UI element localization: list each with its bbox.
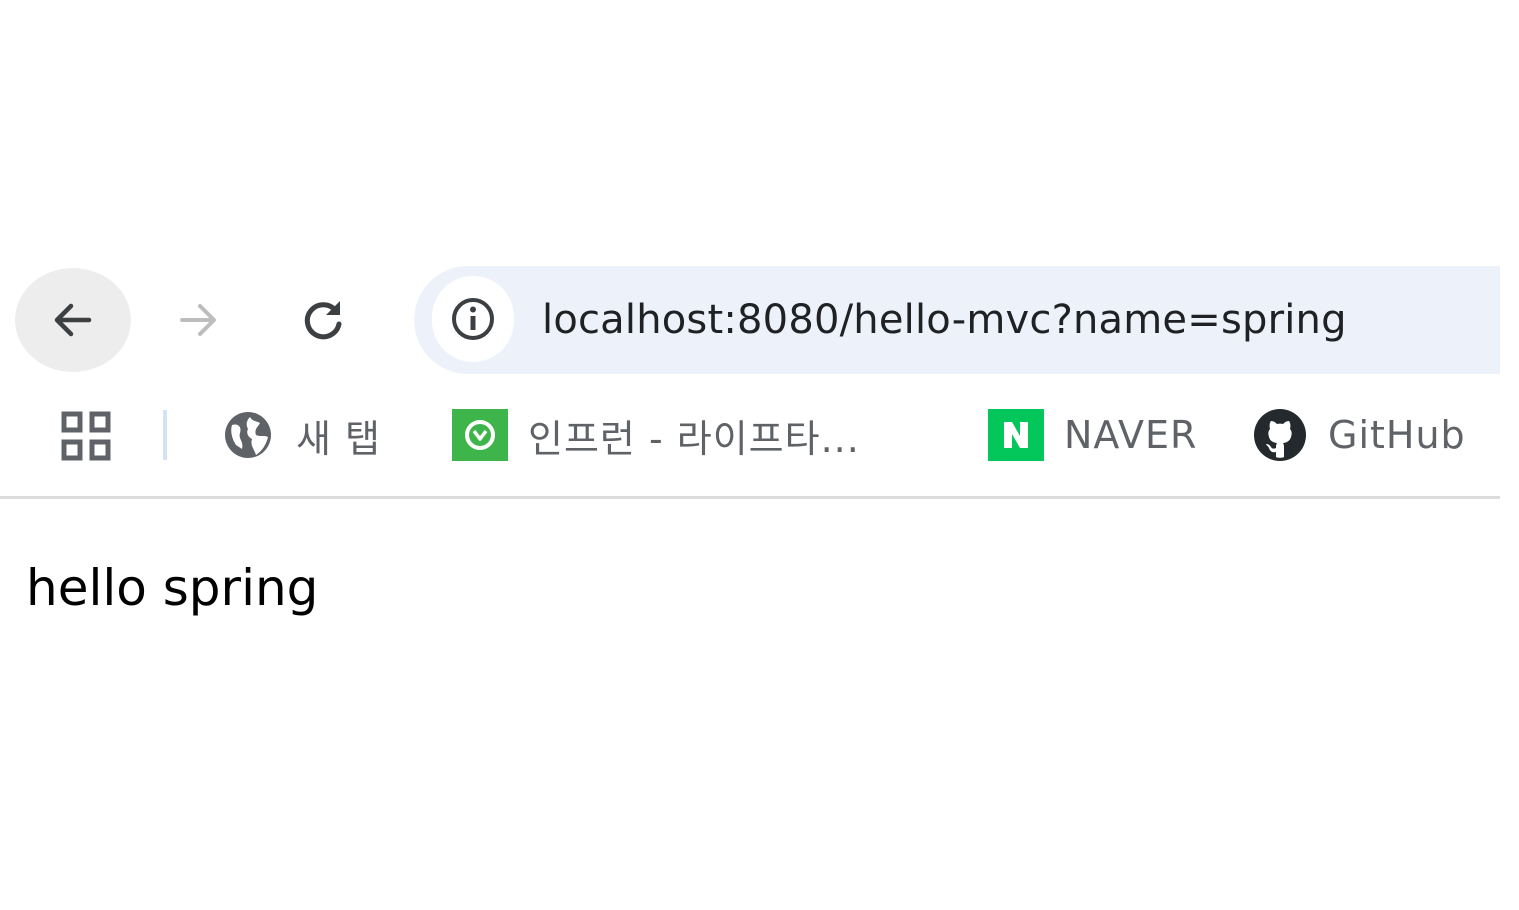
bookmarks-bar: 새 탭 인프런 - 라이프타... NAVER GitHub [0, 398, 1500, 472]
arrow-left-icon [54, 303, 92, 337]
bookmark-label: 인프런 - 라이프타... [528, 416, 860, 461]
address-bar[interactable]: localhost:8080/hello-mvc?name=spring [414, 266, 1500, 374]
bookmark-label: GitHub [1328, 413, 1466, 457]
bookmarks-divider [163, 410, 167, 460]
bookmark-naver[interactable]: NAVER [988, 398, 1197, 472]
globe-icon [220, 407, 276, 463]
forward-button[interactable] [140, 268, 256, 372]
back-button[interactable] [15, 268, 131, 372]
url-text[interactable]: localhost:8080/hello-mvc?name=spring [542, 292, 1347, 348]
apps-grid-icon[interactable] [58, 410, 116, 462]
bookmark-github[interactable]: GitHub [1252, 398, 1466, 472]
info-icon [452, 298, 494, 340]
page-content: hello spring [0, 500, 1519, 910]
inflearn-icon [452, 407, 508, 463]
browser-chrome: localhost:8080/hello-mvc?name=spring 새 탭 [0, 0, 1500, 500]
page-body-text: hello spring [26, 559, 319, 617]
reload-icon [304, 301, 342, 340]
browser-toolbar: localhost:8080/hello-mvc?name=spring [0, 266, 1500, 374]
bookmark-label: NAVER [1064, 413, 1198, 457]
toolbar-divider [0, 496, 1500, 499]
github-icon [1252, 407, 1308, 463]
bookmark-new-tab[interactable]: 새 탭 [220, 398, 381, 472]
reload-button[interactable] [265, 268, 381, 372]
site-info-button[interactable] [432, 276, 514, 362]
bookmark-inflearn[interactable]: 인프런 - 라이프타... [452, 398, 860, 472]
arrow-right-icon [180, 304, 216, 336]
bookmark-label: 새 탭 [296, 416, 381, 461]
naver-icon [988, 407, 1044, 463]
